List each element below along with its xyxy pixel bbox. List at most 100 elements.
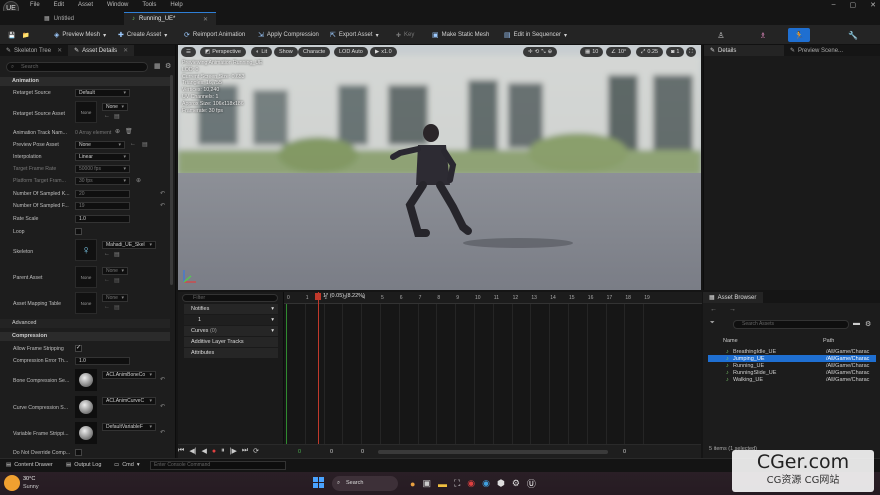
select-mode-button[interactable]: ✛ ⟲ ⤡ ⊕ — [523, 47, 558, 57]
end-frame[interactable]: 0 — [623, 449, 626, 455]
column-path[interactable]: Path — [823, 338, 834, 344]
notify-track-1[interactable]: 1 ▾ — [184, 315, 278, 325]
folder-icon[interactable]: ▬ — [853, 320, 860, 327]
character-button[interactable]: Characte — [298, 47, 331, 57]
additive-layer-track[interactable]: Additive Layer Tracks — [184, 337, 278, 347]
use-selected-icon[interactable]: ← — [104, 113, 110, 119]
target-frame-rate-dropdown[interactable]: 50000 fps — [75, 165, 130, 173]
browse-icon[interactable]: ▤ — [114, 251, 120, 258]
make-static-mesh-button[interactable]: ▣ Make Static Mesh — [432, 29, 489, 41]
menu-edit[interactable]: Edit — [54, 2, 64, 8]
browse-icon[interactable]: ▤ — [114, 277, 120, 284]
skip-to-end-icon[interactable]: ⏭ — [242, 447, 248, 455]
platform-settings-icon[interactable]: ⊕ — [136, 177, 141, 184]
edit-in-sequencer-button[interactable]: ▤ Edit in Sequencer ▾ — [504, 29, 567, 41]
do-not-override-checkbox[interactable] — [75, 449, 82, 456]
forward-arrow-icon[interactable]: → — [729, 306, 736, 313]
play-reverse-icon[interactable]: ◀ — [202, 447, 207, 455]
menu-tools[interactable]: Tools — [142, 2, 156, 8]
file-explorer-icon[interactable]: ▬ — [438, 479, 447, 489]
filter-icon[interactable]: ⏷ — [710, 320, 715, 327]
show-button[interactable]: Show — [274, 47, 298, 57]
scale-snap-button[interactable]: ⤢ 0.25 — [636, 47, 664, 57]
platform-target-dropdown[interactable]: 30 fps — [75, 177, 130, 185]
key-button[interactable]: ✚ Key — [396, 29, 414, 41]
column-name[interactable]: Name — [723, 338, 738, 344]
list-item[interactable]: ♪ Running_UE/All/Game/Charac — [708, 362, 876, 369]
unreal-engine-icon[interactable]: Ⓤ — [527, 477, 536, 490]
menu-window[interactable]: Window — [107, 2, 128, 8]
details-search-input[interactable]: ⌕ Search — [6, 62, 148, 72]
pause-icon[interactable]: ⏸ — [221, 447, 225, 455]
viewport[interactable]: ☰ ◩ Perspective ◐ Lit Show Characte LOD Au… — [178, 45, 701, 290]
compression-error-field[interactable]: 1.0 — [75, 357, 130, 365]
tab-preview-scene[interactable]: ✎ Preview Scene... — [784, 45, 849, 56]
list-item[interactable]: ♪ Jumping_UE/All/Game/Charac — [708, 355, 876, 362]
curves-track[interactable]: Curves (0) ▾ — [184, 326, 278, 336]
scrollbar[interactable] — [170, 75, 173, 285]
step-back-icon[interactable]: ◀| — [189, 447, 196, 455]
taskbar-search[interactable]: ⌕ Search — [332, 476, 398, 491]
settings-gear-icon[interactable]: ⚙ — [165, 62, 171, 70]
close-icon[interactable]: ✕ — [870, 1, 876, 9]
viewport-options-button[interactable]: ☰ — [181, 47, 196, 57]
grid-snap-button[interactable]: ▦ 10 — [580, 47, 604, 57]
section-compression[interactable]: Compression — [0, 332, 170, 341]
browse-icon[interactable]: ▤ — [114, 304, 120, 311]
menu-file[interactable]: File — [30, 2, 40, 8]
tab-close-icon[interactable]: ✕ — [203, 16, 208, 23]
notifies-track[interactable]: Notifies ▾ — [184, 304, 278, 314]
reset-to-default-icon[interactable]: ↶ — [160, 376, 165, 383]
use-selected-icon[interactable]: ← — [104, 277, 110, 283]
track-options-icon[interactable]: ▾ — [271, 326, 274, 336]
minimize-icon[interactable]: – — [832, 1, 836, 9]
cmd-dropdown[interactable]: ▭ Cmd ▾ — [114, 462, 140, 468]
parent-asset-thumbnail[interactable]: None — [75, 266, 97, 288]
tab-close-icon[interactable]: ✕ — [57, 47, 62, 54]
tab-running-ue[interactable]: ♪ Running_UE* ✕ — [124, 12, 216, 25]
maximize-viewport-button[interactable]: ⛶ — [686, 47, 696, 57]
reimport-animation-button[interactable]: ⟳ Reimport Animation — [184, 29, 245, 41]
create-asset-button[interactable]: ✚ Create Asset ▾ — [118, 29, 167, 41]
retarget-asset-thumbnail[interactable]: None — [75, 101, 97, 123]
console-input[interactable]: Enter Console Command — [150, 461, 286, 470]
section-advanced[interactable]: Advanced — [0, 319, 170, 328]
animation-mode-button[interactable]: 🏃 — [788, 28, 810, 42]
tab-skeleton-tree[interactable]: ✎ Skeleton Tree ✕ — [0, 45, 68, 56]
playhead-handle[interactable] — [315, 293, 321, 300]
reset-to-default-icon[interactable]: ↶ — [160, 190, 165, 197]
rate-scale-field[interactable]: 1.0 — [75, 215, 130, 223]
lod-button[interactable]: LOD Auto — [334, 47, 368, 57]
timeline-track-area[interactable]: 0 1 2 3 4 5 6 7 8 9 10 11 12 13 14 15 16 17 18 19 1* (0.05)… — [283, 292, 702, 444]
list-item[interactable]: ♪ Walking_UE/All/Game/Charac — [708, 376, 876, 383]
tab-untitled[interactable]: ▦ Untitled — [36, 12, 82, 25]
rotation-snap-button[interactable]: ∠ 10° — [606, 47, 632, 57]
bone-compression-dropdown[interactable]: ACLAnimBoneCo — [102, 371, 156, 379]
view-start[interactable]: 0 — [361, 449, 364, 455]
browse-button[interactable]: 📁 — [22, 29, 29, 41]
menu-asset[interactable]: Asset — [78, 2, 93, 8]
track-options-icon[interactable]: ▾ — [271, 304, 274, 314]
skeleton-mode-button[interactable]: ♙ — [710, 28, 732, 42]
skip-to-start-icon[interactable]: ⏮ — [178, 447, 184, 455]
edge-icon[interactable]: ◉ — [482, 478, 490, 489]
timeline-filter-input[interactable]: Filter — [182, 294, 278, 302]
widgets-icon[interactable]: ● — [410, 479, 415, 489]
asset-search-input[interactable]: Search Assets — [733, 320, 849, 329]
loop-checkbox[interactable] — [75, 228, 82, 235]
reset-to-default-icon[interactable]: ↶ — [160, 403, 165, 410]
use-selected-icon[interactable]: ← — [130, 141, 136, 147]
settings-gear-icon[interactable]: ⚙ — [865, 320, 871, 328]
output-log-button[interactable]: ▤ Output Log — [66, 462, 101, 468]
num-sampled-frames-field[interactable]: 19 — [75, 202, 130, 210]
preview-mesh-button[interactable]: ◈ Preview Mesh ▾ — [54, 29, 106, 41]
tab-close-icon[interactable]: ✕ — [123, 47, 128, 54]
camera-speed-button[interactable]: ◙ 1 — [666, 47, 685, 57]
curve-compression-thumbnail[interactable] — [75, 396, 97, 418]
apply-compression-button[interactable]: ⇲ Apply Compression — [258, 29, 319, 41]
weather-sun-icon[interactable] — [4, 475, 20, 491]
browse-icon[interactable]: ▤ — [142, 141, 148, 148]
mapping-table-thumbnail[interactable]: None — [75, 292, 97, 314]
tab-asset-details[interactable]: ✎ Asset Details ✕ — [68, 45, 135, 56]
content-drawer-button[interactable]: ▤ Content Drawer — [6, 462, 53, 468]
